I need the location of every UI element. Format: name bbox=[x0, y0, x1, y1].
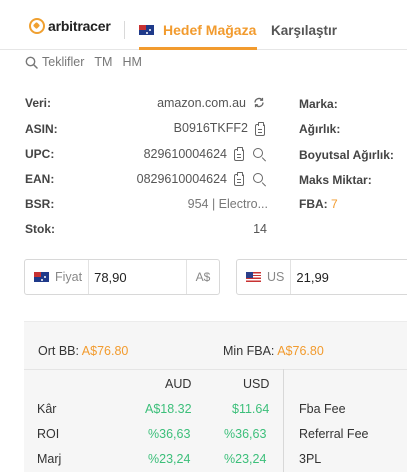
row-roi-aud: %36,63 bbox=[148, 427, 191, 441]
stok-label: Stok: bbox=[25, 222, 55, 236]
price-au-prefix: Fiyat bbox=[25, 260, 90, 294]
price-au-currency: A$ bbox=[186, 260, 219, 294]
min-fba-label: Min FBA: bbox=[223, 344, 275, 358]
logo-text: arbitracer bbox=[48, 18, 111, 34]
search-icon[interactable] bbox=[25, 56, 38, 69]
row-marj-label: Marj bbox=[37, 452, 62, 466]
ean-label: EAN: bbox=[25, 172, 55, 186]
maks-miktar-label: Maks Miktar: bbox=[299, 173, 372, 187]
logo[interactable]: arbitracer bbox=[29, 18, 111, 34]
ean-value: 0829610004624 bbox=[136, 172, 227, 186]
upc-value: 829610004624 bbox=[143, 147, 227, 161]
price-au-field[interactable]: Fiyat 78,90 A$ bbox=[24, 259, 220, 295]
min-fba: Min FBA: A$76.80 bbox=[223, 344, 324, 358]
search-ean-icon[interactable] bbox=[253, 173, 263, 183]
veri-value: amazon.com.au bbox=[157, 96, 246, 110]
row-kar-usd: $11.64 bbox=[232, 402, 270, 416]
logo-icon bbox=[29, 18, 45, 34]
col-usd-header: USD bbox=[243, 377, 270, 391]
stok-value: 14 bbox=[253, 222, 267, 236]
marka-label: Marka: bbox=[299, 97, 338, 111]
col-aud-header: AUD bbox=[165, 377, 192, 391]
refresh-icon[interactable] bbox=[253, 96, 265, 109]
boyutsal-agirlik-label: Boyutsal Ağırlık: bbox=[299, 148, 394, 162]
australia-flag-icon bbox=[139, 25, 154, 35]
ort-bb: Ort BB: A$76.80 bbox=[38, 344, 128, 358]
row-marj-aud: %23,24 bbox=[148, 452, 191, 466]
asin-label: ASIN: bbox=[25, 122, 58, 136]
row-kar-label: Kâr bbox=[37, 402, 57, 416]
subnav: Teklifler TM HM bbox=[25, 55, 142, 69]
fee-fba-label: Fba Fee bbox=[299, 402, 346, 416]
ort-bb-label: Ort BB: bbox=[38, 344, 79, 358]
header-divider bbox=[124, 21, 125, 39]
subnav-tm[interactable]: TM bbox=[94, 55, 112, 69]
row-marj-usd: %23,24 bbox=[224, 452, 267, 466]
ort-bb-value: A$76.80 bbox=[81, 344, 129, 358]
veri-label: Veri: bbox=[25, 96, 52, 110]
price-au-input[interactable]: 78,90 bbox=[89, 270, 186, 285]
price-us-field[interactable]: US 21,99 bbox=[236, 259, 407, 295]
active-tab-indicator bbox=[139, 47, 257, 50]
copy-asin-icon[interactable] bbox=[255, 122, 265, 136]
fba-label: FBA: 7 bbox=[299, 197, 338, 211]
australia-flag-icon bbox=[34, 272, 49, 282]
subnav-hm[interactable]: HM bbox=[122, 55, 141, 69]
fba-count[interactable]: 7 bbox=[331, 197, 338, 211]
price-us-prefix: US bbox=[237, 260, 292, 294]
row-roi-label: ROI bbox=[37, 427, 60, 441]
panel-column-divider bbox=[283, 369, 284, 472]
price-us-label: US bbox=[267, 270, 285, 284]
tab-karsilastir[interactable]: Karşılaştır bbox=[271, 23, 337, 38]
fba-label-text: FBA: bbox=[299, 197, 328, 211]
min-fba-value: A$76.80 bbox=[277, 344, 324, 358]
price-au-label: Fiyat bbox=[55, 270, 83, 284]
bsr-value: 954 | Electro... bbox=[187, 197, 268, 211]
copy-ean-icon[interactable] bbox=[234, 172, 244, 186]
row-roi-usd: %36,63 bbox=[224, 427, 267, 441]
subnav-teklifler[interactable]: Teklifler bbox=[42, 55, 84, 69]
panel-divider bbox=[24, 369, 407, 370]
copy-upc-icon[interactable] bbox=[234, 147, 244, 161]
fee-3pl-label: 3PL bbox=[299, 452, 322, 466]
fee-referral-label: Referral Fee bbox=[299, 427, 369, 441]
upc-label: UPC: bbox=[25, 147, 55, 161]
tab-hedef-magaza[interactable]: Hedef Mağaza bbox=[139, 21, 256, 39]
asin-value: B0916TKFF2 bbox=[173, 121, 248, 135]
bsr-label: BSR: bbox=[25, 197, 55, 211]
row-kar-aud: A$18.32 bbox=[145, 402, 192, 416]
tab-hedef-magaza-label: Hedef Mağaza bbox=[163, 22, 257, 38]
search-upc-icon[interactable] bbox=[253, 148, 263, 158]
agirlik-label: Ağırlık: bbox=[299, 122, 341, 136]
price-us-input[interactable]: 21,99 bbox=[291, 270, 407, 285]
header: arbitracer Hedef Mağaza Karşılaştır bbox=[0, 0, 407, 50]
us-flag-icon bbox=[246, 272, 261, 282]
